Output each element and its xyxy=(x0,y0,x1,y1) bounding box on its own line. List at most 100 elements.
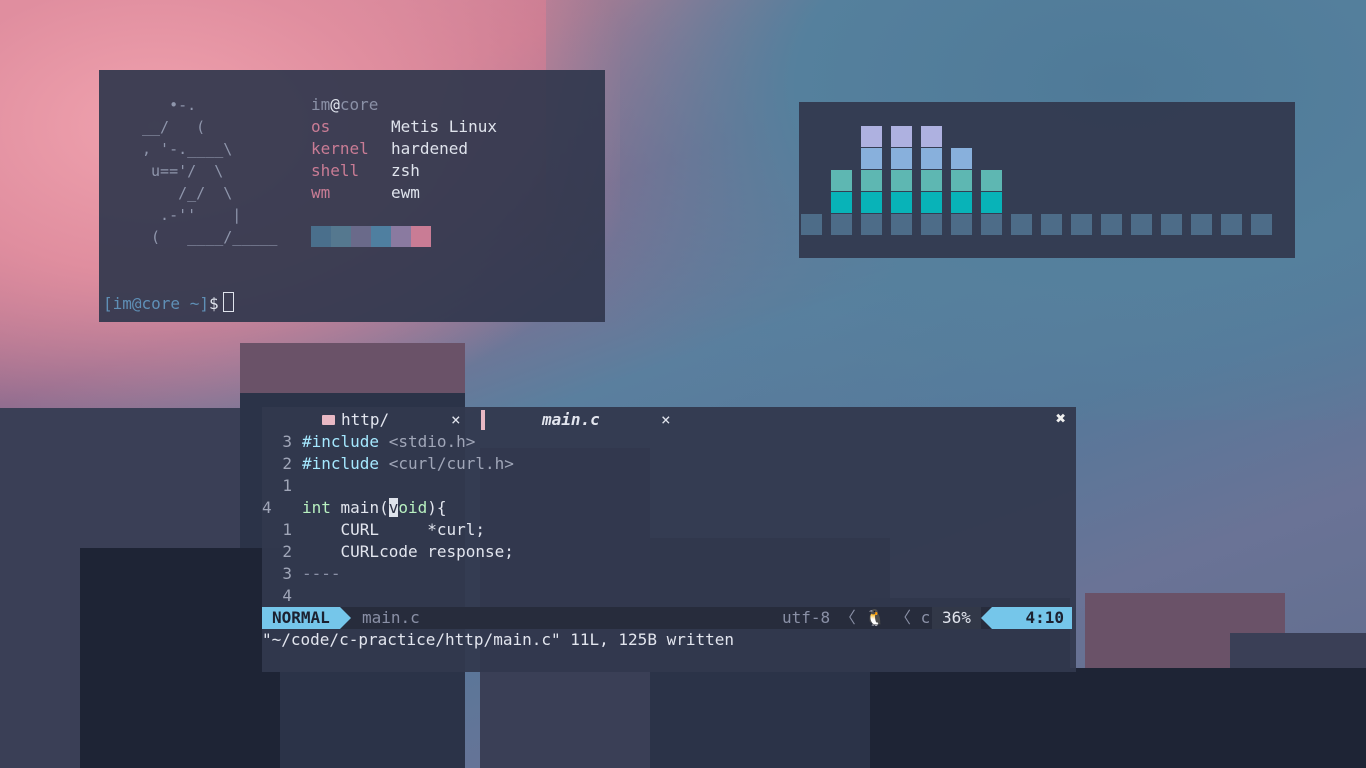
code-token: ){ xyxy=(427,498,447,517)
code-token: <stdio.h> xyxy=(379,432,476,451)
visualizer-cell xyxy=(1101,214,1122,235)
mode-indicator: NORMAL xyxy=(262,607,351,629)
code-line: 4 int main(void){ xyxy=(262,497,514,519)
status-percent: 36% xyxy=(932,607,981,629)
visualizer-cell xyxy=(861,170,882,191)
visualizer-bar xyxy=(1011,102,1032,258)
line-number: 3 xyxy=(282,432,292,451)
visualizer-cell xyxy=(891,170,912,191)
visualizer-cell xyxy=(891,126,912,147)
visualizer-cell xyxy=(1221,214,1242,235)
prompt-symbol: $ xyxy=(208,294,219,313)
visualizer-cell xyxy=(861,126,882,147)
code-line: 1 xyxy=(262,475,514,497)
visualizer-cell xyxy=(861,214,882,235)
info-row-kernel: kernel hardened xyxy=(311,138,497,160)
shell-prompt[interactable]: [im@core ~]$ xyxy=(103,292,234,313)
visualizer-cell xyxy=(981,192,1002,213)
color-palette-swatches xyxy=(311,226,431,247)
code-line: 4 xyxy=(262,585,514,607)
visualizer-cell xyxy=(981,170,1002,191)
visualizer-cell xyxy=(951,170,972,191)
code-token: CURLcode response; xyxy=(302,542,514,561)
visualizer-cell xyxy=(831,214,852,235)
visualizer-cell xyxy=(1191,214,1212,235)
tab-main-c[interactable]: main.c xyxy=(542,410,600,432)
color-swatch xyxy=(311,226,331,247)
visualizer-cell xyxy=(861,192,882,213)
visualizer-bar xyxy=(1251,102,1272,258)
cursor-char: v xyxy=(388,498,399,517)
tab-label: http/ xyxy=(341,410,390,429)
tab-close-icon[interactable]: × xyxy=(451,410,461,429)
command-line-message: "~/code/c-practice/http/main.c" 11L, 125… xyxy=(262,630,735,649)
visualizer-cell xyxy=(921,148,942,169)
visualizer-cell xyxy=(1251,214,1272,235)
info-key: shell xyxy=(311,161,360,180)
visualizer-bar xyxy=(801,102,822,258)
audio-visualizer xyxy=(799,102,1295,258)
info-row-wm: wm ewm xyxy=(311,182,497,204)
color-swatch xyxy=(411,226,431,247)
active-tab-indicator xyxy=(481,410,485,430)
username: im xyxy=(311,95,331,114)
visualizer-cell xyxy=(891,192,912,213)
status-filename: main.c xyxy=(362,608,420,627)
info-value: Metis Linux xyxy=(391,117,497,136)
visualizer-cell xyxy=(921,192,942,213)
visualizer-cell xyxy=(921,214,942,235)
statusline: NORMAL main.c utf-8 〈 🐧 〈 c 36% 4:10 xyxy=(262,607,1072,629)
visualizer-bar xyxy=(1221,102,1242,258)
visualizer-cell xyxy=(831,192,852,213)
visualizer-cell xyxy=(921,126,942,147)
code-token: #include xyxy=(302,454,380,473)
info-row-shell: shell zsh xyxy=(311,160,497,182)
visualizer-bar xyxy=(981,102,1002,258)
visualizer-bar xyxy=(1191,102,1212,258)
visualizer-bar xyxy=(831,102,852,258)
tab-close-icon[interactable]: × xyxy=(661,410,671,429)
info-value: zsh xyxy=(391,161,420,180)
code-token: #include xyxy=(302,432,380,451)
visualizer-bar xyxy=(1101,102,1122,258)
system-info: im @ core os Metis Linux kernel hardened she… xyxy=(311,94,497,204)
visualizer-cell xyxy=(891,214,912,235)
line-number: 4 xyxy=(262,498,272,517)
prompt-text: [im@core ~] xyxy=(103,294,209,313)
visualizer-cell xyxy=(951,214,972,235)
code-token: main( xyxy=(330,498,389,517)
folder-icon xyxy=(322,415,335,425)
user-host-line: im @ core xyxy=(311,94,497,116)
visualizer-cell xyxy=(1161,214,1182,235)
visualizer-bar xyxy=(1131,102,1152,258)
info-key: wm xyxy=(311,183,331,202)
code-buffer[interactable]: 3 #include <stdio.h> 2 #include <curl/curl.… xyxy=(262,431,514,607)
hostname: core xyxy=(339,95,379,114)
visualizer-cell xyxy=(1071,214,1092,235)
code-token: int xyxy=(302,498,331,517)
color-swatch xyxy=(351,226,371,247)
vim-editor-window[interactable]: http/ × main.c × ✖ 3 #include <stdio.h> 2 #… xyxy=(262,407,1076,672)
visualizer-bar xyxy=(891,102,912,258)
visualizer-cell xyxy=(951,192,972,213)
code-token: <curl/curl.h> xyxy=(379,454,514,473)
tab-http-folder[interactable]: http/ xyxy=(322,410,389,432)
info-key: kernel xyxy=(311,139,369,158)
color-swatch xyxy=(331,226,351,247)
at-sign: @ xyxy=(330,95,340,114)
visualizer-cell xyxy=(981,214,1002,235)
info-value: ewm xyxy=(391,183,420,202)
line-number: 3 xyxy=(282,564,292,583)
info-key: os xyxy=(311,117,331,136)
line-number: 2 xyxy=(282,454,292,473)
tab-label: main.c xyxy=(542,410,600,429)
code-line: 2 CURLcode response; xyxy=(262,541,514,563)
window-close-icon[interactable]: ✖ xyxy=(1056,409,1066,429)
info-value: hardened xyxy=(391,139,469,158)
line-number: 4 xyxy=(282,586,292,605)
terminal-window[interactable]: •-. __/ ( , '-.____\ u=='/ \ /_/ \ .-'' … xyxy=(99,70,605,322)
color-swatch xyxy=(391,226,411,247)
code-line: 3 #include <stdio.h> xyxy=(262,431,514,453)
visualizer-cell xyxy=(891,148,912,169)
visualizer-cell xyxy=(1011,214,1032,235)
